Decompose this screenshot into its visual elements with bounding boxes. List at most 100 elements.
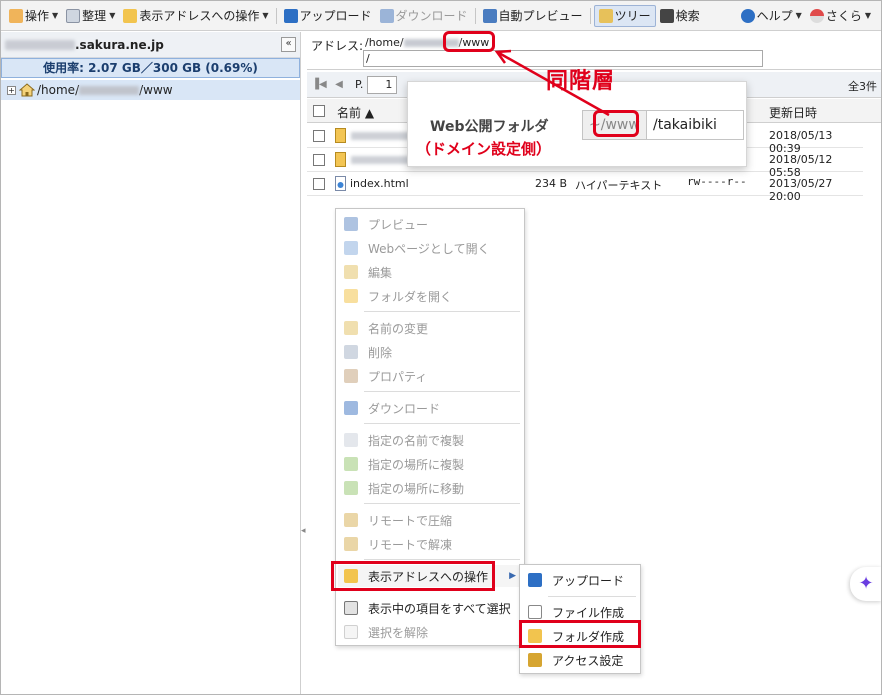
folder-icon bbox=[344, 289, 358, 303]
menu-item-download[interactable]: ダウンロード bbox=[338, 397, 522, 419]
trash-icon bbox=[344, 345, 358, 359]
submenu-item-upload[interactable]: アップロード bbox=[522, 569, 638, 591]
pane-splitter-handle[interactable]: ◂ bbox=[301, 526, 307, 542]
cursor-icon bbox=[344, 601, 358, 615]
help-icon bbox=[740, 8, 755, 23]
menu-item-open-folder[interactable]: フォルダを開く bbox=[338, 285, 522, 307]
col-date-header[interactable]: 更新日時 bbox=[769, 104, 817, 121]
col-name-header[interactable]: 名前 ▲ bbox=[337, 104, 374, 121]
clipboard-icon bbox=[66, 8, 81, 23]
binoculars-icon bbox=[659, 8, 674, 23]
disk-usage-bar: 使用率: 2.07 GB／300 GB (0.69%) bbox=[1, 58, 300, 78]
submenu-arrow-icon: ▶ bbox=[509, 571, 516, 581]
menu-item-select-all[interactable]: 表示中の項目をすべて選択 bbox=[338, 597, 522, 619]
menu-item-properties[interactable]: プロパティ bbox=[338, 365, 522, 387]
caret-down-icon: ▼ bbox=[795, 11, 802, 20]
web-folder-label: Web公開フォルダ bbox=[430, 119, 549, 135]
upload-button[interactable]: アップロード bbox=[280, 5, 376, 27]
row-checkbox[interactable] bbox=[313, 130, 325, 142]
upload-icon bbox=[528, 573, 542, 587]
menu-item-rename[interactable]: 名前の変更 bbox=[338, 317, 522, 339]
host-name: .sakura.ne.jp bbox=[75, 37, 164, 52]
menu-divider bbox=[364, 391, 520, 392]
web-page-icon bbox=[344, 241, 358, 255]
organize-menu[interactable]: 整理 ▼ bbox=[62, 5, 119, 27]
address-ops-submenu: アップロード ファイル作成 フォルダ作成 アクセス設定 bbox=[519, 564, 641, 674]
archive-icon bbox=[344, 537, 358, 551]
menu-divider bbox=[548, 596, 636, 597]
toolbar-divider bbox=[474, 7, 476, 24]
row-checkbox[interactable] bbox=[313, 154, 325, 166]
caret-down-icon: ▼ bbox=[262, 11, 269, 20]
pencil-icon bbox=[344, 265, 358, 279]
page-input[interactable]: 1 bbox=[367, 75, 398, 94]
properties-icon bbox=[344, 369, 358, 383]
tree-toggle-button[interactable]: ツリー bbox=[593, 4, 656, 27]
expand-icon[interactable]: + bbox=[7, 85, 16, 95]
address-label: アドレス: bbox=[311, 39, 364, 53]
help-menu[interactable]: ヘルプ ▼ bbox=[737, 5, 806, 27]
download-button[interactable]: ダウンロード bbox=[376, 5, 472, 27]
move-icon bbox=[344, 481, 358, 495]
pencil-icon bbox=[344, 321, 358, 335]
redacted-account bbox=[79, 85, 140, 95]
menu-item-open-web[interactable]: Webページとして開く bbox=[338, 237, 522, 259]
user-avatar-icon bbox=[809, 8, 824, 23]
caret-down-icon: ▼ bbox=[864, 11, 871, 20]
caret-down-icon: ▼ bbox=[52, 11, 59, 20]
copy-to-icon bbox=[344, 457, 358, 471]
toolbar-divider bbox=[275, 7, 277, 24]
menu-item-compress[interactable]: リモートで圧縮 bbox=[338, 509, 522, 531]
file-icon bbox=[528, 605, 542, 619]
address-ops-menu[interactable]: 表示アドレスへの操作 ▼ bbox=[119, 5, 272, 27]
menu-item-move[interactable]: 指定の場所に移動 bbox=[338, 477, 522, 499]
folder-pencil-icon bbox=[123, 8, 138, 23]
row-type: ハイパーテキスト bbox=[575, 179, 663, 192]
user-menu[interactable]: さくら ▼ bbox=[806, 5, 875, 27]
upload-icon bbox=[283, 8, 298, 23]
prev-page-icon[interactable]: ◀ bbox=[331, 77, 347, 93]
toolbar-right: ヘルプ ▼ さくら ▼ bbox=[737, 5, 881, 27]
hand-pointer-icon bbox=[9, 8, 23, 23]
copy-icon bbox=[344, 433, 358, 447]
web-folder-value: /takaibiki bbox=[653, 117, 717, 133]
select-all-checkbox[interactable] bbox=[313, 105, 325, 117]
toolbar: 操作 ▼ 整理 ▼ 表示アドレスへの操作 ▼ アップロード ダウンロード 自動プレビュ… bbox=[1, 1, 881, 31]
search-button[interactable]: 検索 bbox=[656, 5, 704, 27]
highlight-address-ops bbox=[331, 561, 495, 591]
menu-item-extract[interactable]: リモートで解凍 bbox=[338, 533, 522, 555]
tree-item-www[interactable]: + /home/ /www bbox=[1, 80, 300, 100]
monitor-icon bbox=[482, 8, 497, 23]
host-bar: .sakura.ne.jp « bbox=[1, 32, 300, 58]
sparkle-icon[interactable]: ✦ bbox=[850, 567, 881, 601]
menu-item-edit[interactable]: 編集 bbox=[338, 261, 522, 283]
table-row[interactable]: index.html 234 B ハイパーテキスト rw----r-- 2013… bbox=[307, 172, 863, 203]
row-checkbox[interactable] bbox=[313, 178, 325, 190]
archive-icon bbox=[344, 513, 358, 527]
submenu-item-access-settings[interactable]: アクセス設定 bbox=[522, 649, 638, 671]
operation-menu[interactable]: 操作 ▼ bbox=[5, 5, 62, 27]
auto-preview-button[interactable]: 自動プレビュー bbox=[479, 5, 587, 27]
download-icon bbox=[344, 401, 358, 415]
monitor-icon bbox=[344, 217, 358, 231]
highlight-create-folder bbox=[519, 620, 641, 648]
cursor-icon bbox=[344, 625, 358, 639]
menu-divider bbox=[364, 503, 520, 504]
folder-icon bbox=[335, 152, 346, 167]
menu-item-deselect[interactable]: 選択を解除 bbox=[338, 621, 522, 643]
menu-item-duplicate-name[interactable]: 指定の名前で複製 bbox=[338, 429, 522, 451]
menu-divider bbox=[364, 559, 520, 560]
menu-divider bbox=[364, 423, 520, 424]
redacted-account bbox=[5, 39, 75, 50]
menu-item-duplicate-location[interactable]: 指定の場所に複製 bbox=[338, 453, 522, 475]
toolbar-divider bbox=[589, 7, 591, 24]
callout-note: （ドメイン設定側） bbox=[416, 140, 552, 158]
caret-down-icon: ▼ bbox=[109, 11, 116, 20]
menu-item-preview[interactable]: プレビュー bbox=[338, 213, 522, 235]
first-page-icon[interactable]: ▐◀ bbox=[311, 77, 327, 93]
item-count: 全3件 bbox=[848, 80, 877, 93]
collapse-pane-button[interactable]: « bbox=[281, 37, 296, 52]
menu-item-delete[interactable]: 削除 bbox=[338, 341, 522, 363]
page-label: P. bbox=[355, 78, 364, 91]
download-icon bbox=[379, 8, 394, 23]
